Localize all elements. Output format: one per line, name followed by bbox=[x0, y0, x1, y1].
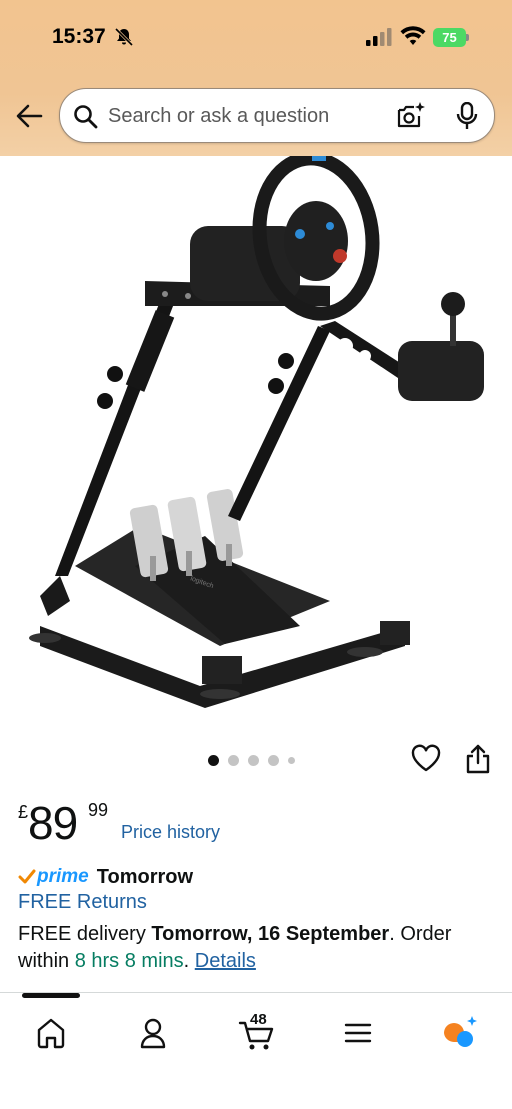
battery-icon: 75 bbox=[433, 28, 469, 47]
scroll-indicator bbox=[22, 993, 80, 998]
carousel-dot[interactable] bbox=[288, 756, 295, 764]
share-icon[interactable] bbox=[465, 744, 491, 774]
cart-count-badge: 48 bbox=[250, 1011, 267, 1028]
delivery-info: FREE delivery Tomorrow, 16 September. Or… bbox=[18, 921, 488, 975]
search-icon bbox=[74, 105, 98, 129]
bottom-navigation bbox=[0, 992, 512, 1109]
search-input[interactable]: Search or ask a question bbox=[108, 105, 329, 128]
image-carousel-dots[interactable] bbox=[208, 754, 295, 766]
product-image[interactable]: logitech bbox=[0, 156, 512, 716]
price-fraction: 99 bbox=[88, 800, 109, 820]
microphone-icon[interactable] bbox=[456, 102, 478, 130]
account-icon[interactable] bbox=[133, 1013, 173, 1053]
prime-delivery-row: prime Tomorrow bbox=[18, 865, 193, 889]
delivery-prefix: FREE delivery bbox=[18, 923, 152, 945]
carousel-dot[interactable] bbox=[228, 754, 239, 766]
carousel-dot[interactable] bbox=[248, 754, 259, 766]
home-icon[interactable] bbox=[31, 1013, 71, 1053]
heart-icon[interactable] bbox=[411, 744, 441, 772]
carousel-dot[interactable] bbox=[208, 754, 219, 766]
delivery-sep: . bbox=[183, 950, 195, 972]
prime-check-icon bbox=[18, 869, 36, 884]
search-bar[interactable]: Search or ask a question bbox=[59, 88, 495, 143]
delivery-countdown: 8 hrs 8 mins bbox=[74, 950, 184, 972]
price-history-link[interactable]: Price history bbox=[121, 822, 220, 843]
prime-delivery-day: Tomorrow bbox=[96, 865, 194, 888]
prime-logo: prime bbox=[37, 866, 89, 887]
back-arrow-icon[interactable] bbox=[14, 102, 44, 130]
menu-icon[interactable] bbox=[338, 1013, 378, 1053]
battery-cap bbox=[466, 34, 469, 41]
free-returns-link[interactable]: FREE Returns bbox=[18, 891, 147, 914]
cellular-signal-icon bbox=[366, 28, 392, 46]
camera-search-icon[interactable] bbox=[396, 101, 426, 131]
status-time: 15:37 bbox=[52, 25, 106, 48]
status-bar: 15:37 75 bbox=[0, 0, 512, 78]
header: 15:37 75 Search or ask a question bbox=[0, 0, 512, 156]
delivery-details-link[interactable]: Details bbox=[195, 950, 256, 972]
rufus-icon[interactable] bbox=[440, 1013, 480, 1053]
battery-level: 75 bbox=[433, 28, 466, 47]
bell-muted-icon bbox=[114, 27, 134, 47]
wifi-icon bbox=[400, 26, 426, 45]
delivery-date: Tomorrow, 16 September bbox=[151, 923, 390, 945]
carousel-dot[interactable] bbox=[268, 754, 279, 766]
price-currency: £ bbox=[18, 802, 29, 822]
price-whole: 89 bbox=[28, 797, 78, 849]
